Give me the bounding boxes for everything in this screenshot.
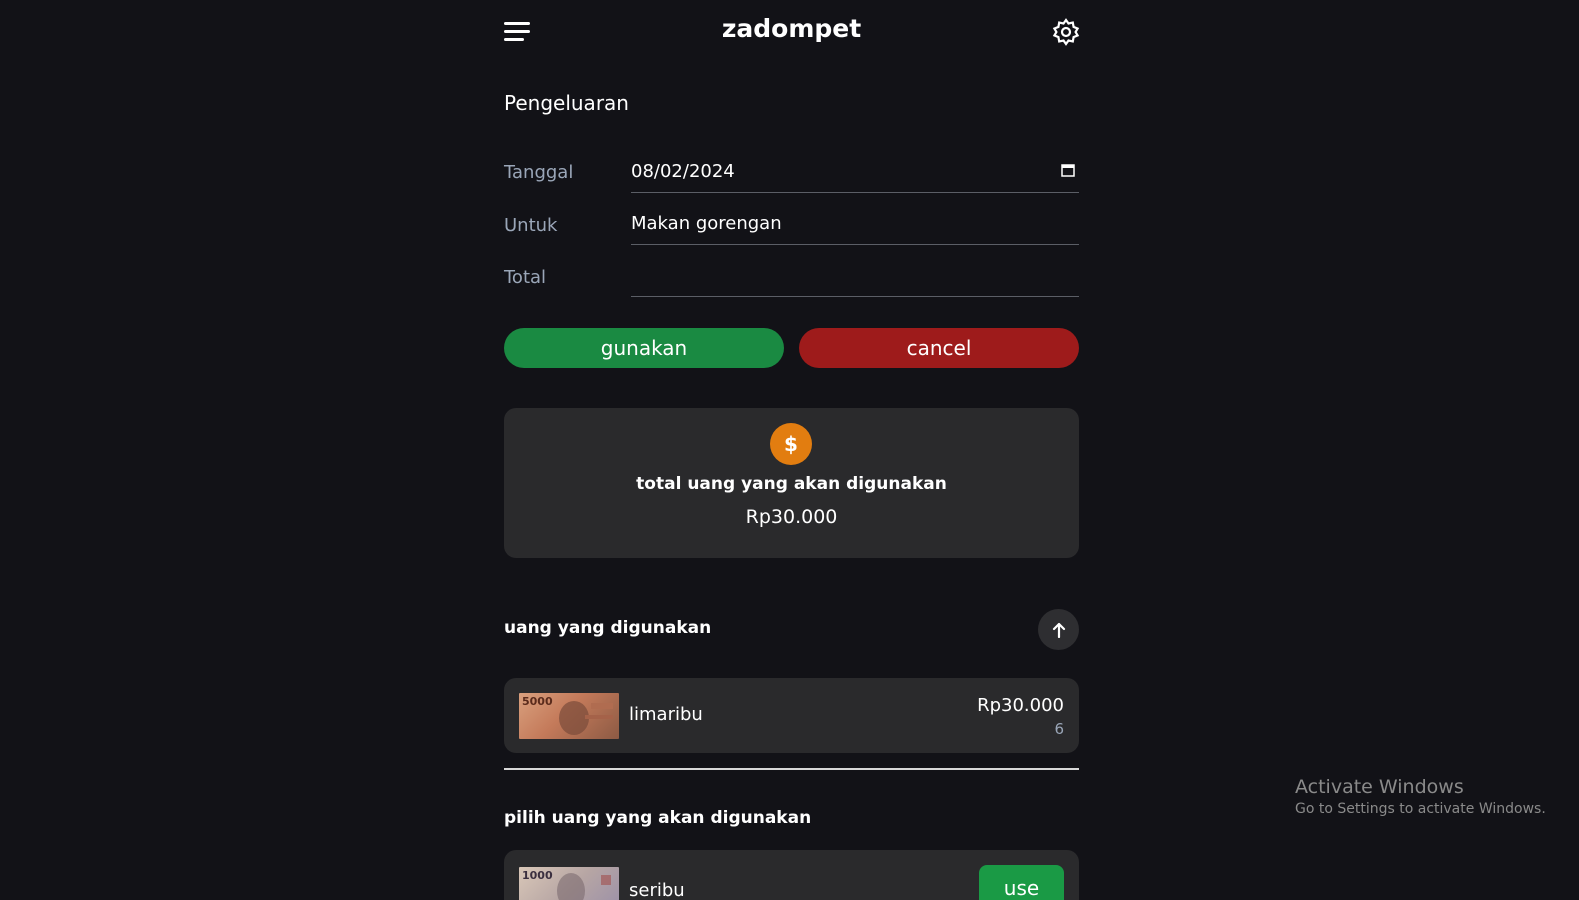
- choose-money-item: 1000 seribu use: [504, 850, 1079, 900]
- banknote-image: 5000: [519, 693, 619, 739]
- purpose-input[interactable]: [631, 205, 1079, 241]
- windows-activation-watermark: Activate Windows Go to Settings to activ…: [1295, 776, 1546, 817]
- purpose-label: Untuk: [504, 215, 558, 236]
- total-field[interactable]: [631, 257, 1079, 297]
- use-money-button[interactable]: gunakan: [504, 328, 784, 368]
- purpose-field[interactable]: [631, 205, 1079, 245]
- banknote-image: 1000: [519, 867, 619, 900]
- summary-card: $ total uang yang akan digunakan Rp30.00…: [504, 408, 1079, 558]
- watermark-subtitle: Go to Settings to activate Windows.: [1295, 801, 1546, 817]
- app-container: zadompet Pengeluaran Tanggal Untuk Total…: [504, 0, 1080, 900]
- cancel-button[interactable]: cancel: [799, 328, 1079, 368]
- date-label: Tanggal: [504, 162, 574, 183]
- used-money-item: 5000 limaribu Rp30.000 6: [504, 678, 1079, 753]
- money-count: 6: [1054, 720, 1064, 738]
- date-field[interactable]: [631, 153, 1079, 193]
- use-button[interactable]: use: [979, 865, 1064, 900]
- banknote-denomination: 5000: [522, 695, 553, 708]
- gear-icon[interactable]: [1052, 18, 1080, 46]
- choose-money-title: pilih uang yang akan digunakan: [504, 808, 812, 828]
- money-amount: Rp30.000: [977, 695, 1064, 716]
- date-input[interactable]: [631, 153, 1079, 189]
- banknote-denomination: 1000: [522, 869, 553, 882]
- calendar-icon[interactable]: [1061, 163, 1075, 177]
- divider: [504, 768, 1079, 770]
- summary-total: Rp30.000: [745, 506, 838, 528]
- total-label: Total: [504, 267, 547, 288]
- money-name: limaribu: [629, 704, 703, 725]
- page-title: Pengeluaran: [504, 91, 629, 115]
- total-input[interactable]: [631, 257, 1079, 293]
- arrow-up-icon[interactable]: [1038, 609, 1079, 650]
- watermark-title: Activate Windows: [1295, 776, 1464, 798]
- used-money-title: uang yang digunakan: [504, 618, 712, 638]
- dollar-coin-icon: $: [770, 423, 812, 465]
- app-title: zadompet: [721, 14, 862, 43]
- money-name: seribu: [629, 880, 685, 900]
- summary-label: total uang yang akan digunakan: [636, 474, 947, 494]
